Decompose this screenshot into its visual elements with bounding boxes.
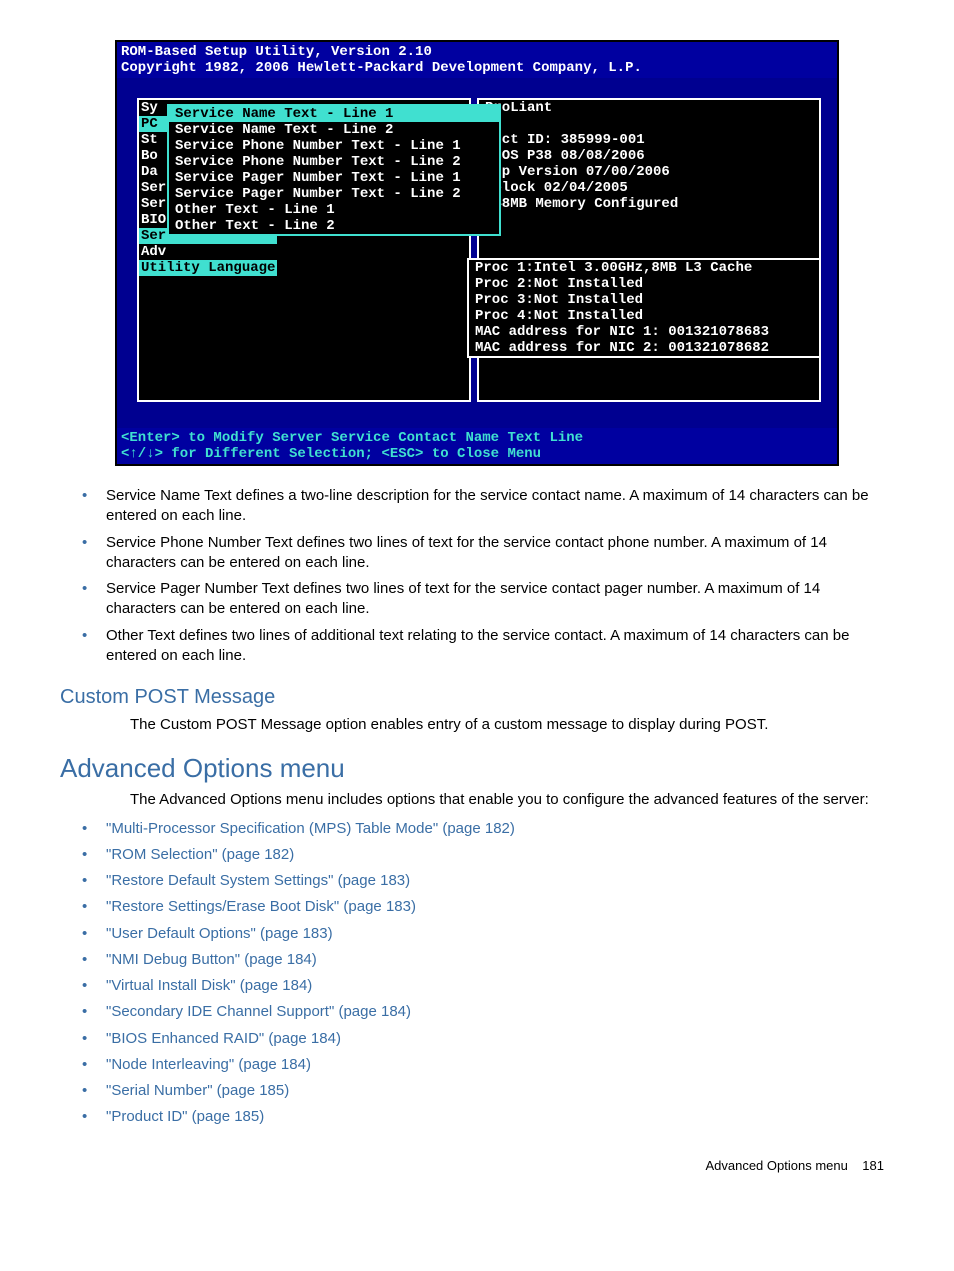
- menu-item[interactable]: Service Pager Number Text - Line 1: [169, 170, 499, 186]
- list-item: "NMI Debug Button" (page 184): [100, 950, 894, 970]
- list-item: "Secondary IDE Channel Support" (page 18…: [100, 1002, 894, 1022]
- link[interactable]: "Restore Settings/Erase Boot Disk" (page…: [106, 898, 416, 915]
- bios-title-line2: Copyright 1982, 2006 Hewlett-Packard Dev…: [121, 60, 833, 76]
- link[interactable]: "ROM Selection" (page 182): [106, 846, 294, 863]
- menu-item[interactable]: Other Text - Line 1: [169, 202, 499, 218]
- list-item: "BIOS Enhanced RAID" (page 184): [100, 1029, 894, 1049]
- menu-item-selected[interactable]: Service Name Text - Line 1: [169, 106, 499, 122]
- link[interactable]: "Secondary IDE Channel Support" (page 18…: [106, 1003, 411, 1020]
- menu-item[interactable]: Other Text - Line 2: [169, 218, 499, 234]
- link[interactable]: "Node Interleaving" (page 184): [106, 1056, 311, 1073]
- list-item: "Restore Settings/Erase Boot Disk" (page…: [100, 897, 894, 917]
- list-item: "Multi-Processor Specification (MPS) Tab…: [100, 819, 894, 839]
- list-item: Service Name Text defines a two-line des…: [100, 486, 894, 527]
- list-item: Other Text defines two lines of addition…: [100, 626, 894, 667]
- list-item: "Node Interleaving" (page 184): [100, 1055, 894, 1075]
- bios-screenshot: ROM-Based Setup Utility, Version 2.10 Co…: [115, 40, 839, 466]
- bios-footer: <Enter> to Modify Server Service Contact…: [117, 428, 837, 464]
- footer-section: Advanced Options menu: [705, 1158, 847, 1173]
- menu-item[interactable]: Service Name Text - Line 2: [169, 122, 499, 138]
- list-item: "Virtual Install Disk" (page 184): [100, 976, 894, 996]
- list-item: "Serial Number" (page 185): [100, 1081, 894, 1101]
- bios-header: ROM-Based Setup Utility, Version 2.10 Co…: [117, 42, 837, 78]
- link[interactable]: "BIOS Enhanced RAID" (page 184): [106, 1030, 341, 1047]
- paragraph: The Custom POST Message option enables e…: [130, 715, 894, 735]
- menu-item[interactable]: Service Phone Number Text - Line 1: [169, 138, 499, 154]
- heading-custom-post: Custom POST Message: [60, 686, 894, 709]
- advanced-options-list: "Multi-Processor Specification (MPS) Tab…: [100, 819, 894, 1128]
- paragraph: The Advanced Options menu includes optio…: [130, 790, 894, 810]
- link[interactable]: "Virtual Install Disk" (page 184): [106, 977, 312, 994]
- list-item: "Product ID" (page 185): [100, 1107, 894, 1127]
- list-item: "User Default Options" (page 183): [100, 924, 894, 944]
- description-list: Service Name Text defines a two-line des…: [100, 486, 894, 666]
- bios-popup-menu: Service Name Text - Line 1 Service Name …: [167, 104, 501, 236]
- heading-advanced-options: Advanced Options menu: [60, 753, 894, 784]
- bios-title-line1: ROM-Based Setup Utility, Version 2.10: [121, 44, 833, 60]
- link[interactable]: "Restore Default System Settings" (page …: [106, 872, 410, 889]
- footer-page-number: 181: [862, 1158, 884, 1173]
- link[interactable]: "Serial Number" (page 185): [106, 1082, 289, 1099]
- bios-proc-panel: Proc 1:Intel 3.00GHz,8MB L3 Cache Proc 2…: [467, 258, 821, 358]
- link[interactable]: "Product ID" (page 185): [106, 1108, 264, 1125]
- menu-item[interactable]: Service Pager Number Text - Line 2: [169, 186, 499, 202]
- link[interactable]: "NMI Debug Button" (page 184): [106, 951, 317, 968]
- link[interactable]: "Multi-Processor Specification (MPS) Tab…: [106, 820, 515, 837]
- list-item: Service Pager Number Text defines two li…: [100, 579, 894, 620]
- link[interactable]: "User Default Options" (page 183): [106, 925, 333, 942]
- list-item: "ROM Selection" (page 182): [100, 845, 894, 865]
- list-item: "Restore Default System Settings" (page …: [100, 871, 894, 891]
- page-footer: Advanced Options menu 181: [60, 1158, 894, 1173]
- menu-item[interactable]: Service Phone Number Text - Line 2: [169, 154, 499, 170]
- list-item: Service Phone Number Text defines two li…: [100, 533, 894, 574]
